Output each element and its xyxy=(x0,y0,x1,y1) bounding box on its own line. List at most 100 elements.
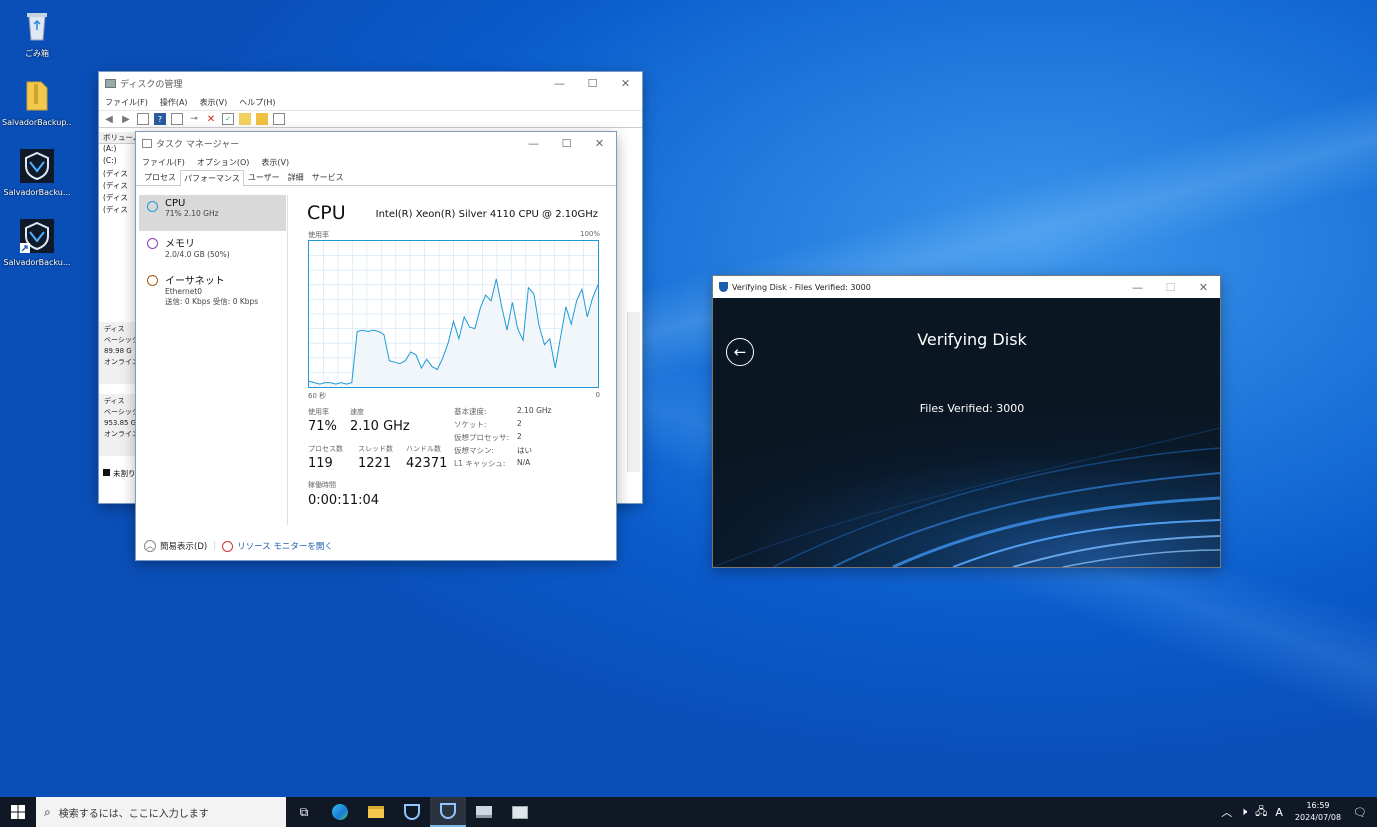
usage-value: 71% xyxy=(308,419,337,434)
clock[interactable]: 16:59 2024/07/08 xyxy=(1295,800,1341,824)
tab-services[interactable]: サービス xyxy=(308,169,348,185)
desktop-icon-label: SalvadorBacku... xyxy=(3,188,71,197)
desktop-icon-salvador-app[interactable]: SalvadorBacku... xyxy=(2,148,72,197)
maximize-button[interactable]: ☐ xyxy=(576,72,609,94)
disk-management-icon xyxy=(476,806,492,818)
start-button[interactable] xyxy=(0,797,36,827)
forward-arrow-icon[interactable]: ▶ xyxy=(120,113,132,125)
volume-row[interactable]: (C:) xyxy=(99,156,139,168)
speed-value: 2.10 GHz xyxy=(350,419,410,434)
minimize-button[interactable]: — xyxy=(543,72,576,94)
desktop-icon-salvador-shortcut[interactable]: SalvadorBacku... xyxy=(2,218,72,267)
salvador-backup-taskbar-button[interactable] xyxy=(394,797,430,827)
verifying-disk-content: ← Verifying Disk Files Verified: 3000 xyxy=(713,298,1220,567)
resource-detail: Ethernet0 xyxy=(165,287,203,296)
tab-processes[interactable]: プロセス xyxy=(140,169,180,185)
disk-1-info[interactable]: ディス ベーシック 953.85 G オンライン xyxy=(99,394,139,456)
resource-name: CPU xyxy=(165,198,186,209)
disk-size: 89.98 G xyxy=(104,347,132,355)
recycle-bin-icon xyxy=(19,8,55,44)
volume-row[interactable]: (A:) xyxy=(99,144,139,156)
menu-file[interactable]: ファイル(F) xyxy=(105,97,148,108)
task-manager-taskbar-button[interactable] xyxy=(502,797,538,827)
ime-indicator[interactable]: A xyxy=(1275,806,1283,819)
properties-icon[interactable] xyxy=(171,113,183,125)
help-icon[interactable]: ? xyxy=(154,113,166,125)
disk-status: オンライン xyxy=(104,358,139,366)
connect-icon[interactable]: ⊸ xyxy=(188,113,200,125)
task-manager-icon xyxy=(142,138,152,148)
threads-label: スレッド数 xyxy=(358,445,393,453)
disk-name: ディス xyxy=(104,397,125,405)
fewer-details-button[interactable]: ︿ 簡易表示(D) xyxy=(144,540,207,552)
close-button[interactable]: ✕ xyxy=(609,72,642,94)
task-manager-tabs: プロセス パフォーマンス ユーザー 詳細 サービス xyxy=(136,170,616,186)
desktop-icon-recycle-bin[interactable]: ごみ箱 xyxy=(2,8,72,59)
file-explorer-button[interactable] xyxy=(358,797,394,827)
taskbar-search-box[interactable]: ⌕ 検索するには、ここに入力します xyxy=(36,797,286,827)
resource-item-memory[interactable]: メモリ 2.0/4.0 GB (50%) xyxy=(139,232,286,268)
volume-row[interactable]: (ディス xyxy=(99,168,139,180)
delete-icon[interactable]: ✕ xyxy=(205,113,217,125)
search-placeholder: 検索するには、ここに入力します xyxy=(58,808,209,820)
maximize-button[interactable]: ☐ xyxy=(1154,276,1187,298)
folder-search-icon[interactable] xyxy=(256,113,268,125)
salvador-shortcut-icon xyxy=(19,218,55,254)
menu-view[interactable]: 表示(V) xyxy=(261,157,289,168)
verifying-disk-window: Verifying Disk - Files Verified: 3000 — … xyxy=(713,276,1220,567)
verifying-disk-taskbar-button[interactable] xyxy=(430,797,466,827)
handles-label: ハンドル数 xyxy=(406,445,441,453)
menu-action[interactable]: 操作(A) xyxy=(160,97,188,108)
menu-view[interactable]: 表示(V) xyxy=(200,97,228,108)
disk-mgmt-titlebar[interactable]: ディスクの管理 — ☐ ✕ xyxy=(99,72,642,94)
volume-column-header[interactable]: ボリューム xyxy=(99,132,139,144)
close-button[interactable]: ✕ xyxy=(1187,276,1220,298)
salvador-app-icon xyxy=(404,804,420,820)
maximize-button[interactable]: ☐ xyxy=(550,132,583,154)
close-button[interactable]: ✕ xyxy=(583,132,616,154)
show-hidden-icons-chevron-icon[interactable]: ︿ xyxy=(1221,804,1232,820)
disk-0-info[interactable]: ディス ベーシック 89.98 G オンライン xyxy=(99,322,139,384)
menu-options[interactable]: オプション(O) xyxy=(197,157,250,168)
menu-file[interactable]: ファイル(F) xyxy=(142,157,185,168)
minimize-button[interactable]: — xyxy=(517,132,550,154)
check-icon[interactable]: ✓ xyxy=(222,113,234,125)
desktop-icon-label: ごみ箱 xyxy=(25,49,49,58)
legend-unallocated: 未割り xyxy=(99,468,139,479)
speaker-muted-icon[interactable]: 🕨 xyxy=(1240,805,1247,819)
spec-value: 2.10 GHz xyxy=(517,406,552,415)
disk-management-taskbar-button[interactable] xyxy=(466,797,502,827)
edge-button[interactable] xyxy=(322,797,358,827)
disk-mgmt-scrollbar[interactable] xyxy=(627,312,640,472)
back-arrow-icon[interactable]: ◀ xyxy=(103,113,115,125)
tab-users[interactable]: ユーザー xyxy=(244,169,284,185)
graph-max-label: 100% xyxy=(579,230,600,238)
resource-monitor-link[interactable]: リソース モニターを開く xyxy=(222,540,333,552)
tab-details[interactable]: 詳細 xyxy=(284,169,308,185)
network-icon[interactable]: 🖧 xyxy=(1255,803,1267,822)
volume-row[interactable]: (ディス xyxy=(99,180,139,192)
verifying-heading: Verifying Disk xyxy=(917,330,1027,349)
tab-performance[interactable]: パフォーマンス xyxy=(180,170,244,186)
volume-row[interactable]: (ディス xyxy=(99,204,139,216)
task-manager-titlebar[interactable]: タスク マネージャー — ☐ ✕ xyxy=(136,132,616,154)
resource-item-ethernet[interactable]: イーサネット Ethernet0 送信: 0 Kbps 受信: 0 Kbps xyxy=(139,269,286,309)
console-tree-icon[interactable] xyxy=(137,113,149,125)
task-view-button[interactable]: ⧉ xyxy=(286,797,322,827)
resource-item-cpu[interactable]: CPU 71% 2.10 GHz xyxy=(139,195,286,231)
desktop-icon-backup-folder[interactable]: SalvadorBackup... xyxy=(2,78,72,127)
notification-center-icon[interactable]: 🗨 xyxy=(1353,806,1367,819)
verifying-disk-titlebar[interactable]: Verifying Disk - Files Verified: 3000 — … xyxy=(713,276,1220,298)
minimize-button[interactable]: — xyxy=(1121,276,1154,298)
view-icon[interactable] xyxy=(273,113,285,125)
volume-row[interactable]: (ディス xyxy=(99,192,139,204)
new-volume-icon[interactable] xyxy=(239,113,251,125)
resource-detail-2: 送信: 0 Kbps 受信: 0 Kbps xyxy=(165,297,259,306)
disk-status: オンライン xyxy=(104,430,139,438)
disk-name: ディス xyxy=(104,325,125,333)
volume-list: ボリューム (A:) (C:) (ディス (ディス (ディス (ディス xyxy=(99,132,139,216)
resource-monitor-label: リソース モニターを開く xyxy=(237,542,333,552)
legend-swatch xyxy=(103,469,110,476)
processes-value: 119 xyxy=(308,456,333,471)
menu-help[interactable]: ヘルプ(H) xyxy=(239,97,275,108)
